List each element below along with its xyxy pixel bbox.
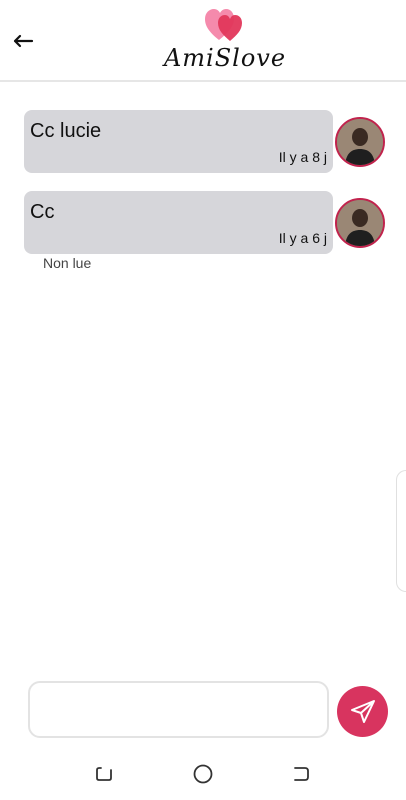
avatar-image	[337, 200, 383, 246]
arrow-left-icon	[13, 34, 34, 48]
message-input-box[interactable]	[28, 681, 329, 738]
edge-panel-handle[interactable]	[396, 470, 406, 592]
send-button[interactable]	[337, 686, 388, 737]
home-circle-icon	[193, 764, 213, 784]
recent-apps-button[interactable]	[93, 762, 117, 786]
message-input[interactable]	[30, 683, 327, 736]
message-time: Il y a 6 j	[278, 230, 327, 246]
app-logo: AmiSlove	[160, 6, 290, 72]
message-text: Cc lucie	[30, 120, 102, 142]
avatar-image	[337, 119, 383, 165]
message-bubble[interactable]: Cc lucie Il y a 8 j	[24, 110, 333, 173]
system-navbar	[0, 748, 406, 800]
app-title: AmiSlove	[163, 44, 287, 72]
app-header: AmiSlove	[0, 0, 406, 82]
read-status: Non lue	[43, 255, 92, 271]
paper-plane-icon	[350, 699, 375, 723]
back-button[interactable]	[10, 28, 36, 54]
avatar[interactable]	[335, 117, 385, 167]
hearts-icon	[205, 9, 242, 41]
home-button[interactable]	[191, 762, 215, 786]
recent-apps-icon	[96, 767, 112, 781]
nav-back-button[interactable]	[289, 762, 313, 786]
message-time: Il y a 8 j	[278, 149, 327, 165]
nav-back-icon	[294, 767, 309, 781]
message-bubble[interactable]: Cc Il y a 6 j	[24, 191, 333, 254]
avatar[interactable]	[335, 198, 385, 248]
message-text: Cc	[30, 201, 55, 223]
